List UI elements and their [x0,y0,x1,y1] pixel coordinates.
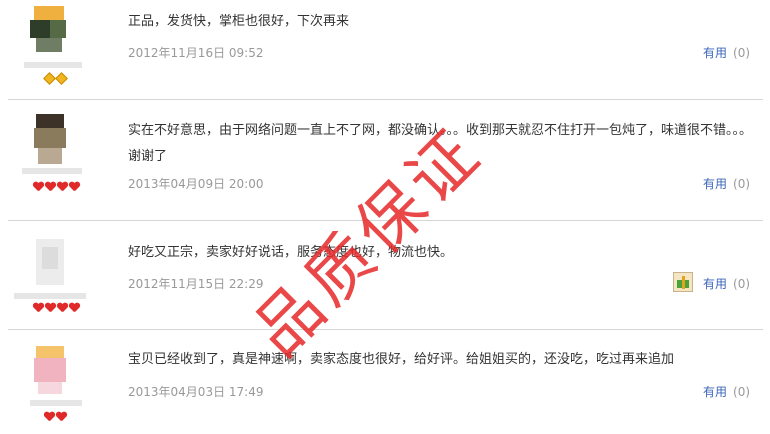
useful-button[interactable]: 有用 (0) [703,44,750,61]
useful-count: (0) [733,177,751,191]
username [30,400,82,406]
heart-badge-icon [69,303,80,313]
heart-badge-icon [57,182,68,192]
heart-badge-icon [44,412,55,422]
useful-count: (0) [733,277,751,291]
review-item: 正品，发货快，掌柜也很好，下次再来 2012年11月16日 09:52 有用 (0… [0,0,770,98]
heart-badge-icon [45,303,56,313]
useful-button[interactable]: 有用 (0) [703,383,750,400]
gift-icon[interactable] [673,272,693,292]
review-date: 2013年04月03日 17:49 [128,385,264,399]
avatar[interactable] [18,6,80,56]
heart-badge-icon [69,182,80,192]
avatar[interactable] [18,114,80,164]
heart-badge-icon [57,303,68,313]
useful-label[interactable]: 有用 [703,277,727,291]
review-item: 宝贝已经收到了，真是神速啊，卖家态度也很好，给好评。给姐姐买的，还没吃，吃过再来… [0,330,770,434]
user-level-badge [43,72,68,85]
useful-count: (0) [733,46,751,60]
review-text: 实在不好意思，由于网络问题一直上不了网，都没确认。。。收到那天就忍不住打开一包炖… [128,123,753,164]
user-level-badge [33,303,80,313]
heart-badge-icon [45,182,56,192]
username [22,168,82,174]
username [24,62,82,68]
avatar[interactable] [18,346,80,396]
username [14,293,86,299]
review-item: 实在不好意思，由于网络问题一直上不了网，都没确认。。。收到那天就忍不住打开一包炖… [0,100,770,218]
review-date: 2012年11月16日 09:52 [128,46,264,60]
heart-badge-icon [56,412,67,422]
avatar[interactable] [18,239,80,289]
review-date: 2013年04月09日 20:00 [128,177,264,191]
review-text: 好吃又正宗，卖家好好说话，服务态度也好，物流也快。 [128,245,454,260]
heart-badge-icon [33,182,44,192]
review-text: 宝贝已经收到了，真是神速啊，卖家态度也很好，给好评。给姐姐买的，还没吃，吃过再来… [128,352,675,367]
review-date: 2012年11月15日 22:29 [128,277,264,291]
useful-label[interactable]: 有用 [703,385,727,399]
user-level-badge [44,412,67,422]
diamond-badge-icon [55,72,68,85]
heart-badge-icon [33,303,44,313]
useful-button[interactable]: 有用 (0) [703,275,750,292]
useful-label[interactable]: 有用 [703,46,727,60]
diamond-badge-icon [43,72,56,85]
review-text: 正品，发货快，掌柜也很好，下次再来 [128,14,350,29]
useful-count: (0) [733,385,751,399]
useful-button[interactable]: 有用 (0) [703,175,750,192]
review-item: 好吃又正宗，卖家好好说话，服务态度也好，物流也快。 2012年11月15日 22… [0,221,770,327]
useful-label[interactable]: 有用 [703,177,727,191]
user-level-badge [33,182,80,192]
